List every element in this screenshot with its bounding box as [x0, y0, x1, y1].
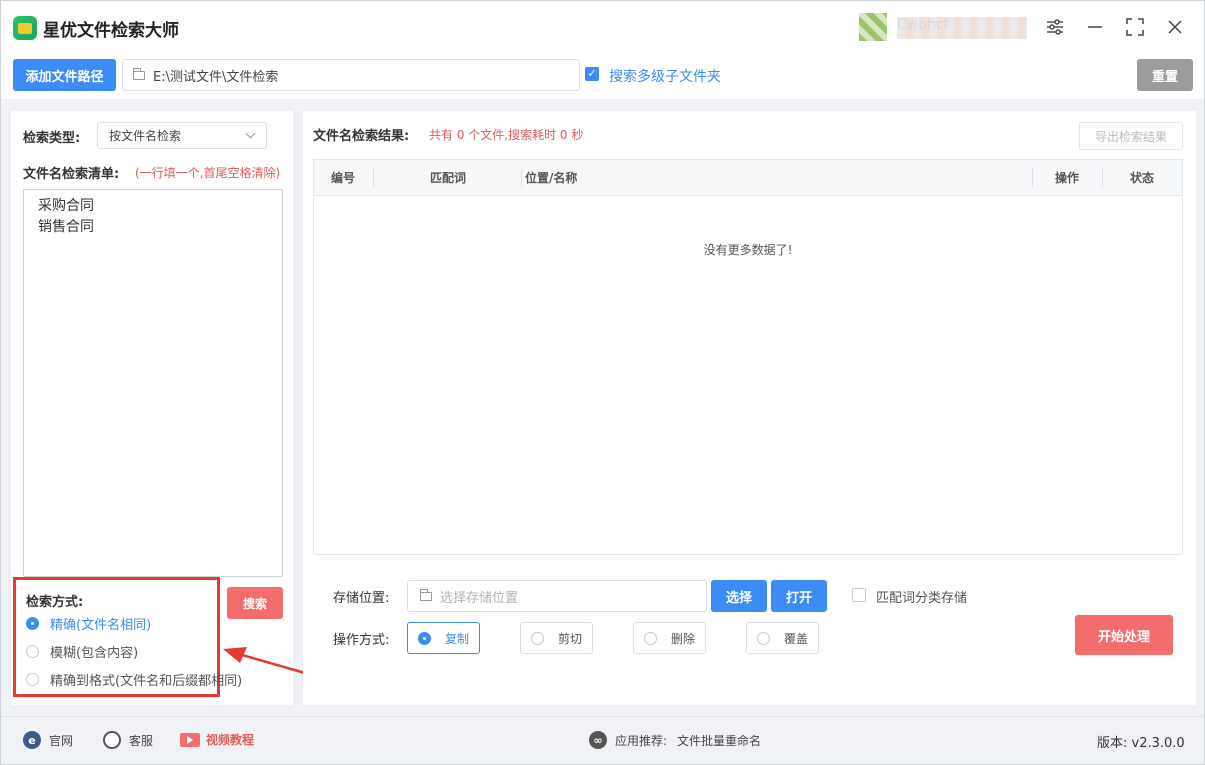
folder-icon — [133, 67, 145, 80]
title-bar: 星优文件检索大师 Cwbhcf — [1, 1, 1204, 53]
list-hint: (一行填一个,首尾空格清除) — [135, 166, 281, 180]
search-type-label: 检索类型: — [23, 131, 81, 146]
footer: e 官网 客服 视频教程 ∞ 应用推荐: 文件批量重命名 版本: v2.3.0.… — [1, 716, 1204, 764]
select-button[interactable]: 选择 — [711, 580, 767, 612]
result-label: 文件名检索结果: — [313, 129, 410, 144]
method-exact-label: 精确(文件名相同) — [50, 618, 152, 633]
radio-selected-icon — [26, 617, 39, 630]
column-header[interactable]: 操作 — [1055, 160, 1079, 196]
op-delete-label: 删除 — [671, 631, 696, 646]
export-results-button[interactable]: 导出检索结果 — [1079, 122, 1183, 150]
column-divider — [373, 169, 374, 187]
maximize-icon[interactable] — [1123, 15, 1147, 39]
method-exact[interactable]: 精确(文件名相同) — [26, 614, 151, 633]
video-icon — [180, 732, 200, 747]
subfolder-checkbox[interactable]: ✓ — [585, 67, 599, 81]
app-logo-icon — [13, 16, 37, 40]
chat-icon — [103, 731, 121, 749]
radio-icon — [757, 631, 770, 645]
op-copy-label: 复制 — [445, 631, 470, 646]
chevron-down-icon — [245, 128, 256, 139]
link-icon: ∞ — [589, 731, 607, 749]
op-cover-option[interactable]: 覆盖 — [746, 622, 819, 654]
op-cut-label: 剪切 — [558, 631, 583, 646]
method-highlight-box: 检索方式: 精确(文件名相同) 模糊(包含内容) 精确到格式(文件名和后缀都相同… — [13, 577, 242, 697]
sliders-icon[interactable] — [1043, 15, 1067, 39]
list-label: 文件名检索清单: — [23, 167, 120, 182]
app-window: 星优文件检索大师 Cwbhcf 添加文件路径 E:\测试文件\文件检索 ✓ 搜索… — [0, 0, 1205, 765]
path-value: E:\测试文件\文件检索 — [153, 69, 279, 85]
version-label: 版本: v2.3.0.0 — [1097, 736, 1185, 751]
op-cover-label: 覆盖 — [784, 631, 809, 646]
filename-list-textarea[interactable]: 采购合同 销售合同 — [23, 189, 283, 577]
radio-icon — [531, 631, 544, 645]
open-button[interactable]: 打开 — [771, 580, 827, 612]
column-divider — [1102, 169, 1103, 187]
footer-site-link[interactable]: e 官网 — [23, 731, 73, 749]
op-label: 操作方式: — [333, 633, 390, 648]
radio-icon — [644, 631, 657, 645]
footer-recommend: ∞ 应用推荐: 文件批量重命名 — [589, 731, 761, 749]
search-button[interactable]: 搜索 — [227, 587, 283, 619]
username[interactable]: Cwbhcf — [897, 17, 1027, 39]
user-avatar[interactable] — [859, 13, 887, 41]
add-path-button[interactable]: 添加文件路径 — [13, 59, 116, 91]
method-exact-format-label: 精确到格式(文件名和后缀都相同) — [50, 674, 243, 689]
subfolder-label[interactable]: 搜索多级子文件夹 — [609, 66, 721, 86]
radio-selected-icon — [418, 631, 431, 645]
empty-message: 没有更多数据了! — [703, 243, 793, 257]
start-processing-button[interactable]: 开始处理 — [1075, 615, 1173, 655]
radio-icon — [26, 673, 39, 686]
result-summary: 共有 0 个文件,搜索耗时 0 秒 — [429, 128, 584, 142]
store-placeholder: 选择存储位置 — [440, 590, 519, 606]
folder-icon — [420, 588, 432, 601]
radio-icon — [26, 645, 39, 658]
table-header: 编号 匹配词 位置/名称 操作 状态 — [314, 160, 1182, 196]
minimize-icon[interactable] — [1083, 15, 1107, 39]
results-table: 编号 匹配词 位置/名称 操作 状态 没有更多数据了! — [313, 159, 1183, 555]
method-exact-format[interactable]: 精确到格式(文件名和后缀都相同) — [26, 670, 242, 689]
close-icon[interactable] — [1163, 15, 1187, 39]
op-delete-option[interactable]: 删除 — [633, 622, 706, 654]
column-divider — [1032, 169, 1033, 187]
method-fuzzy-label: 模糊(包含内容) — [50, 646, 139, 661]
column-divider — [521, 169, 522, 187]
left-panel: 检索类型: 按文件名检索 文件名检索清单: (一行填一个,首尾空格清除) 采购合… — [11, 111, 293, 705]
classify-checkbox[interactable] — [852, 588, 866, 602]
browser-icon: e — [23, 731, 41, 749]
column-header[interactable]: 编号 — [331, 160, 355, 196]
search-type-select[interactable]: 按文件名检索 — [97, 122, 267, 149]
footer-recommend-label: 应用推荐: — [615, 733, 668, 748]
op-copy-option[interactable]: 复制 — [407, 622, 480, 654]
store-label: 存储位置: — [333, 591, 390, 606]
classify-label[interactable]: 匹配词分类存储 — [876, 587, 967, 606]
footer-video-label: 视频教程 — [206, 733, 255, 747]
footer-site-label: 官网 — [49, 733, 74, 748]
app-title: 星优文件检索大师 — [43, 21, 179, 41]
method-fuzzy[interactable]: 模糊(包含内容) — [26, 642, 138, 661]
footer-service-link[interactable]: 客服 — [103, 731, 153, 749]
method-label: 检索方式: — [26, 595, 84, 610]
path-bar: 添加文件路径 E:\测试文件\文件检索 ✓ 搜索多级子文件夹 重置 — [1, 53, 1204, 99]
right-panel: 文件名检索结果: 共有 0 个文件,搜索耗时 0 秒 导出检索结果 编号 匹配词… — [303, 111, 1196, 705]
column-header[interactable]: 位置/名称 — [525, 160, 577, 196]
reset-button[interactable]: 重置 — [1137, 59, 1193, 91]
op-cut-option[interactable]: 剪切 — [520, 622, 593, 654]
footer-video-link[interactable]: 视频教程 — [180, 731, 254, 748]
path-input[interactable]: E:\测试文件\文件检索 — [122, 59, 580, 91]
store-location-input[interactable]: 选择存储位置 — [407, 580, 707, 612]
column-header[interactable]: 匹配词 — [430, 160, 466, 196]
column-header[interactable]: 状态 — [1130, 160, 1154, 196]
footer-service-label: 客服 — [129, 733, 154, 748]
footer-recommend-app[interactable]: 文件批量重命名 — [677, 732, 761, 749]
search-type-value: 按文件名检索 — [109, 129, 182, 143]
